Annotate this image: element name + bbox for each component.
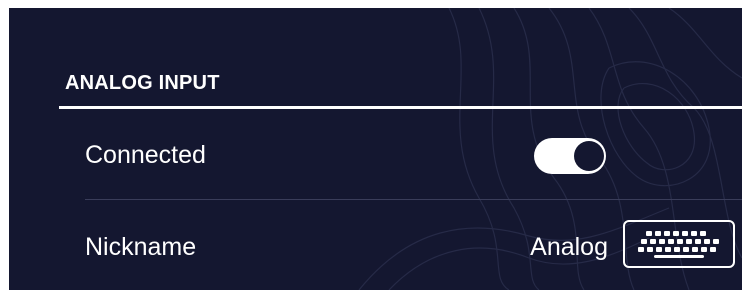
section-title: ANALOG INPUT — [65, 72, 220, 94]
section-divider — [59, 106, 742, 109]
row-divider — [85, 199, 742, 200]
keyboard-icon — [638, 231, 719, 258]
nickname-label: Nickname — [85, 233, 197, 261]
nickname-value: Analog — [530, 233, 608, 261]
settings-panel: ANALOG INPUT Connected Nickname Analog — [9, 8, 742, 290]
connected-label: Connected — [85, 141, 206, 169]
keyboard-button[interactable] — [623, 220, 735, 268]
connected-toggle[interactable] — [534, 138, 606, 174]
toggle-knob — [574, 141, 604, 171]
